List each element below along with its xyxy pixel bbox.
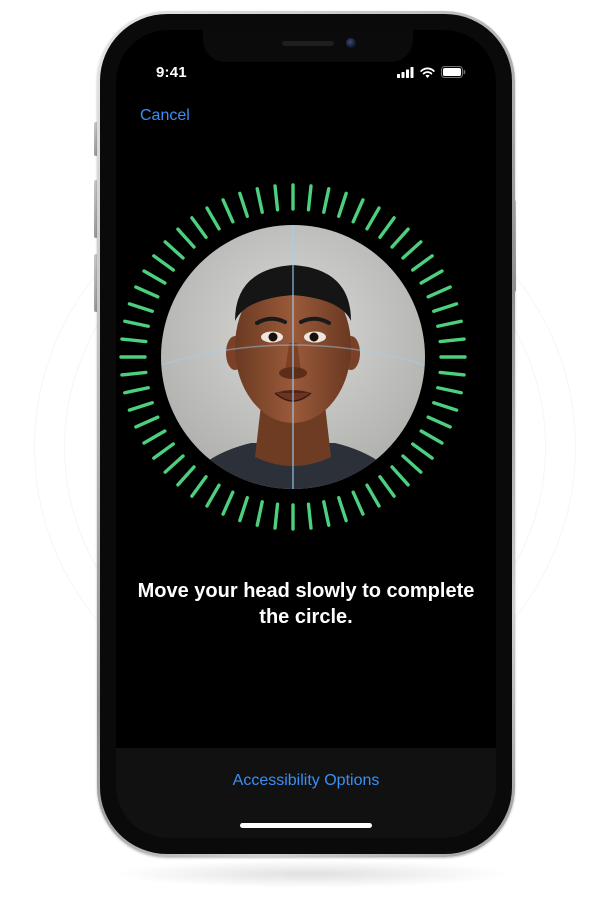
marketing-stage: 9:41 Cancel Move your head slowly to com… [0, 0, 608, 912]
progress-tick [438, 337, 466, 344]
progress-tick [337, 496, 348, 523]
progress-tick [120, 337, 148, 344]
progress-tick [120, 370, 148, 377]
home-indicator [240, 823, 372, 828]
progress-tick [238, 496, 249, 523]
progress-tick [127, 302, 154, 313]
progress-tick [255, 500, 264, 527]
progress-tick [432, 401, 459, 412]
face-camera-preview [161, 225, 425, 489]
progress-tick [273, 502, 280, 530]
accessibility-options-button[interactable]: Accessibility Options [116, 772, 496, 790]
progress-tick [432, 302, 459, 313]
progress-tick [322, 187, 331, 214]
scan-instruction-text: Move your head slowly to complete the ci… [137, 580, 475, 628]
progress-tick [351, 490, 365, 516]
phone-frame: 9:41 Cancel Move your head slowly to com… [97, 11, 515, 857]
progress-tick [238, 191, 249, 218]
progress-tick [306, 184, 313, 212]
progress-tick [322, 500, 331, 527]
progress-tick [337, 191, 348, 218]
progress-tick [273, 184, 280, 212]
progress-tick [134, 285, 160, 299]
phone-screen: 9:41 Cancel Move your head slowly to com… [116, 30, 496, 838]
progress-tick [306, 502, 313, 530]
progress-tick [221, 198, 235, 224]
phone-shadow [110, 860, 510, 888]
progress-tick [127, 401, 154, 412]
phone-bezel: 9:41 Cancel Move your head slowly to com… [100, 14, 512, 854]
progress-tick [255, 187, 264, 214]
progress-tick [436, 319, 463, 328]
progress-tick [426, 415, 452, 429]
progress-tick [351, 198, 365, 224]
progress-tick [134, 415, 160, 429]
progress-tick [123, 386, 150, 395]
progress-tick [426, 285, 452, 299]
progress-tick [438, 370, 466, 377]
progress-tick [436, 386, 463, 395]
progress-tick [221, 490, 235, 516]
progress-tick [123, 319, 150, 328]
